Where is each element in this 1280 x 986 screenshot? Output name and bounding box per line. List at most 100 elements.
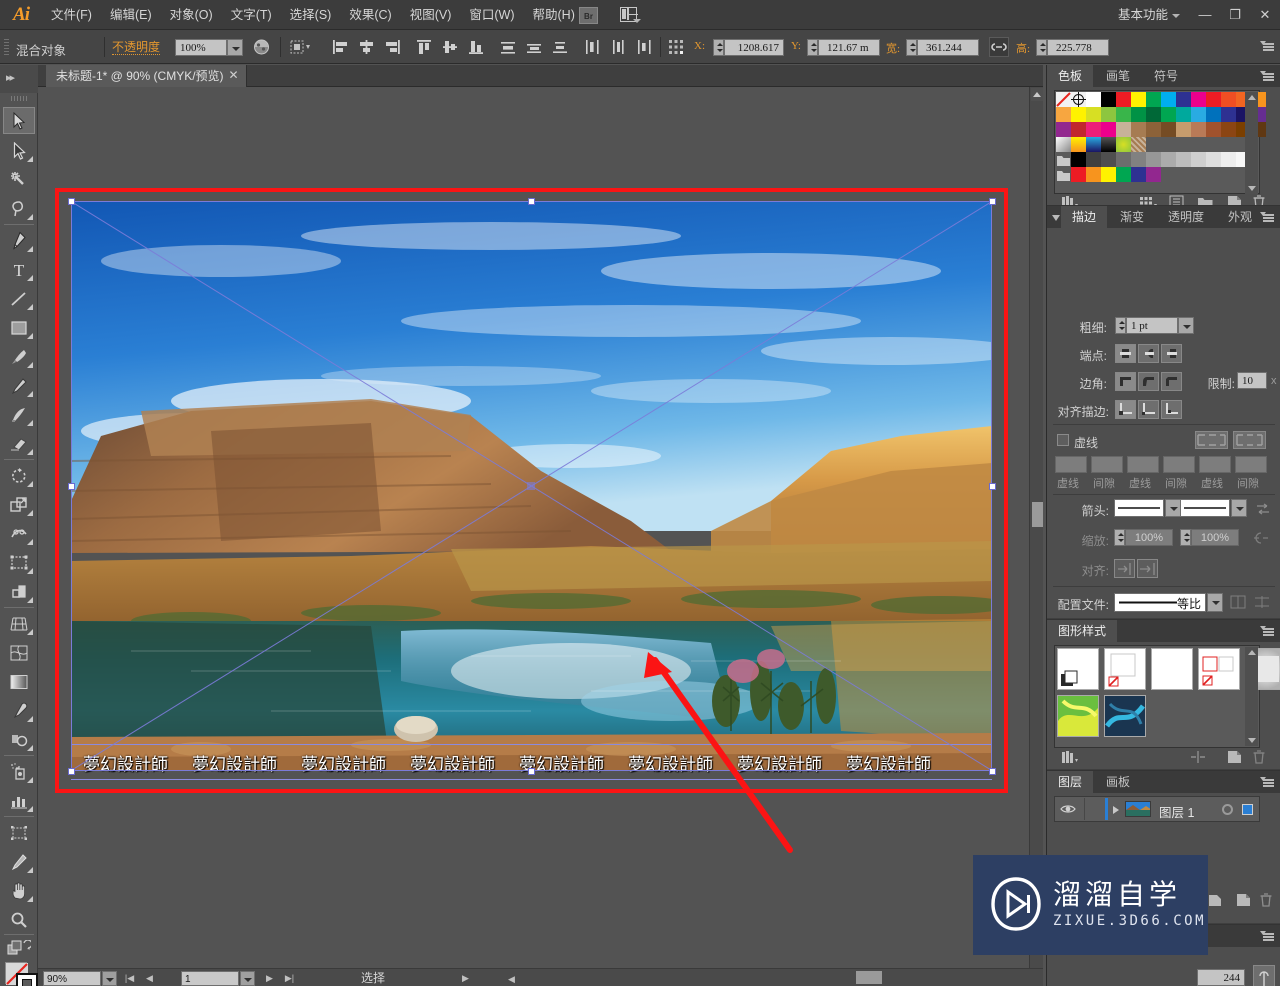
panel-menu-icon[interactable]: [1260, 71, 1274, 82]
tab-artboards[interactable]: 画板: [1095, 771, 1141, 793]
style-swatch[interactable]: [1104, 695, 1146, 737]
control-panel-menu-icon[interactable]: [1260, 41, 1274, 52]
arrowhead-end-dropdown-icon[interactable]: [1231, 499, 1247, 517]
y-input[interactable]: 121.67 m: [818, 39, 880, 56]
toolbar-header[interactable]: ▸▸: [0, 65, 38, 93]
transparency-icon[interactable]: [253, 39, 270, 55]
swatch-color[interactable]: [1221, 107, 1236, 122]
align-center-horizontal-icon[interactable]: [358, 39, 375, 55]
new-style-icon[interactable]: [1226, 750, 1242, 764]
magic-wand-tool[interactable]: [3, 166, 35, 193]
library-icon[interactable]: [1061, 750, 1081, 764]
document-tab[interactable]: 未标题-1* @ 90% (CMYK/预览) ✕: [46, 65, 247, 87]
menu-edit[interactable]: 编辑(E): [101, 0, 161, 30]
stroke-weight-dropdown-icon[interactable]: [1178, 317, 1194, 334]
swatch-color[interactable]: [1146, 107, 1161, 122]
tab-transparency[interactable]: 透明度: [1157, 206, 1215, 228]
menu-type[interactable]: 文字(T): [222, 0, 281, 30]
swatch-gray[interactable]: [1086, 152, 1101, 167]
swatch-gradient[interactable]: [1056, 137, 1071, 152]
zoom-tool[interactable]: [3, 906, 35, 933]
blob-brush-tool[interactable]: [3, 401, 35, 428]
blend-tool[interactable]: [3, 726, 35, 753]
paintbrush-tool[interactable]: [3, 343, 35, 370]
scroll-thumb[interactable]: [1032, 502, 1043, 527]
width-stepper[interactable]: [906, 39, 917, 56]
swatch-color[interactable]: [1086, 167, 1101, 182]
bevel-join-button[interactable]: [1161, 372, 1182, 391]
swatch-color[interactable]: [1206, 107, 1221, 122]
menu-window[interactable]: 窗口(W): [460, 0, 523, 30]
expand-layer-icon[interactable]: [1113, 806, 1119, 814]
pencil-tool[interactable]: [3, 372, 35, 399]
swatch-pattern[interactable]: [1131, 137, 1146, 152]
dash-preserve-button[interactable]: [1195, 431, 1228, 449]
tab-appearance[interactable]: 外观: [1217, 206, 1263, 228]
swatch-group-folder-icon[interactable]: [1056, 167, 1071, 182]
swatch-color[interactable]: [1191, 92, 1206, 107]
profile-dropdown-icon[interactable]: [1207, 593, 1223, 612]
zoom-level-input[interactable]: 90%: [43, 971, 101, 986]
layer-name[interactable]: 图层 1: [1159, 802, 1194, 821]
stroke-weight-input[interactable]: 1 pt: [1126, 317, 1178, 334]
swatch-color[interactable]: [1161, 122, 1176, 137]
tab-symbols[interactable]: 符号: [1143, 65, 1189, 87]
delete-icon[interactable]: [1252, 750, 1266, 764]
swatch-gray[interactable]: [1221, 152, 1236, 167]
close-button[interactable]: ✕: [1250, 0, 1280, 29]
round-cap-button[interactable]: [1138, 344, 1159, 363]
arrow-scale-end-input[interactable]: 100%: [1191, 529, 1239, 546]
expand-icon[interactable]: [1052, 215, 1060, 221]
direct-selection-tool[interactable]: [3, 137, 35, 164]
swatch-gray[interactable]: [1101, 152, 1116, 167]
arrowhead-end-preview[interactable]: [1180, 499, 1230, 517]
distribute-center-horizontal-icon[interactable]: [610, 39, 627, 55]
rotate-tool[interactable]: [3, 462, 35, 489]
opacity-label[interactable]: 不透明度: [112, 41, 161, 55]
align-stroke-outside-button[interactable]: [1161, 400, 1182, 419]
vertical-scrollbar[interactable]: [1029, 87, 1043, 968]
distribute-right-icon[interactable]: [636, 39, 653, 55]
swatch-color[interactable]: [1116, 122, 1131, 137]
swatch-color[interactable]: [1116, 107, 1131, 122]
arrow-scale-start-stepper[interactable]: [1114, 529, 1125, 546]
selection-handle[interactable]: [989, 483, 996, 490]
swatch-gradient[interactable]: [1071, 137, 1086, 152]
column-graph-tool[interactable]: [3, 787, 35, 814]
arrowhead-start-preview[interactable]: [1114, 499, 1164, 517]
selection-handle[interactable]: [528, 198, 535, 205]
pen-tool[interactable]: [3, 227, 35, 254]
lasso-tool[interactable]: [3, 195, 35, 222]
swatch-gray[interactable]: [1176, 152, 1191, 167]
distribute-top-icon[interactable]: [500, 39, 517, 55]
align-stroke-center-button[interactable]: [1115, 400, 1136, 419]
previous-page-icon[interactable]: ◀: [142, 971, 157, 986]
x-stepper[interactable]: [713, 39, 724, 56]
eye-icon[interactable]: [1060, 802, 1076, 816]
swatch-black[interactable]: [1101, 92, 1116, 107]
align-stroke-inside-button[interactable]: [1138, 400, 1159, 419]
panel-menu-icon[interactable]: [1260, 931, 1274, 942]
panel-menu-icon[interactable]: [1260, 777, 1274, 788]
reference-point-selector[interactable]: [668, 39, 688, 55]
swatch-registration[interactable]: [1071, 92, 1086, 107]
y-stepper[interactable]: [807, 39, 818, 56]
swatch-color[interactable]: [1176, 92, 1191, 107]
symbol-sprayer-tool[interactable]: [3, 758, 35, 785]
projecting-cap-button[interactable]: [1161, 344, 1182, 363]
eraser-tool[interactable]: [3, 430, 35, 457]
swatch-white[interactable]: [1086, 92, 1101, 107]
minimize-button[interactable]: —: [1190, 0, 1220, 29]
artboard-tool[interactable]: [3, 819, 35, 846]
miter-limit-input[interactable]: 10: [1237, 372, 1267, 389]
swatch-color[interactable]: [1116, 167, 1131, 182]
flip-across-icon[interactable]: [1229, 594, 1247, 610]
menu-view[interactable]: 视图(V): [401, 0, 461, 30]
new-layer-icon[interactable]: [1235, 893, 1251, 907]
scroll-left-icon[interactable]: ◀: [504, 972, 519, 986]
new-sublayer-icon[interactable]: [1207, 893, 1225, 907]
zoom-dropdown-icon[interactable]: [102, 971, 117, 986]
bridge-icon[interactable]: Br: [579, 7, 598, 24]
graphic-styles-grid[interactable]: [1054, 645, 1280, 748]
constrain-proportions-icon[interactable]: [1253, 965, 1275, 986]
